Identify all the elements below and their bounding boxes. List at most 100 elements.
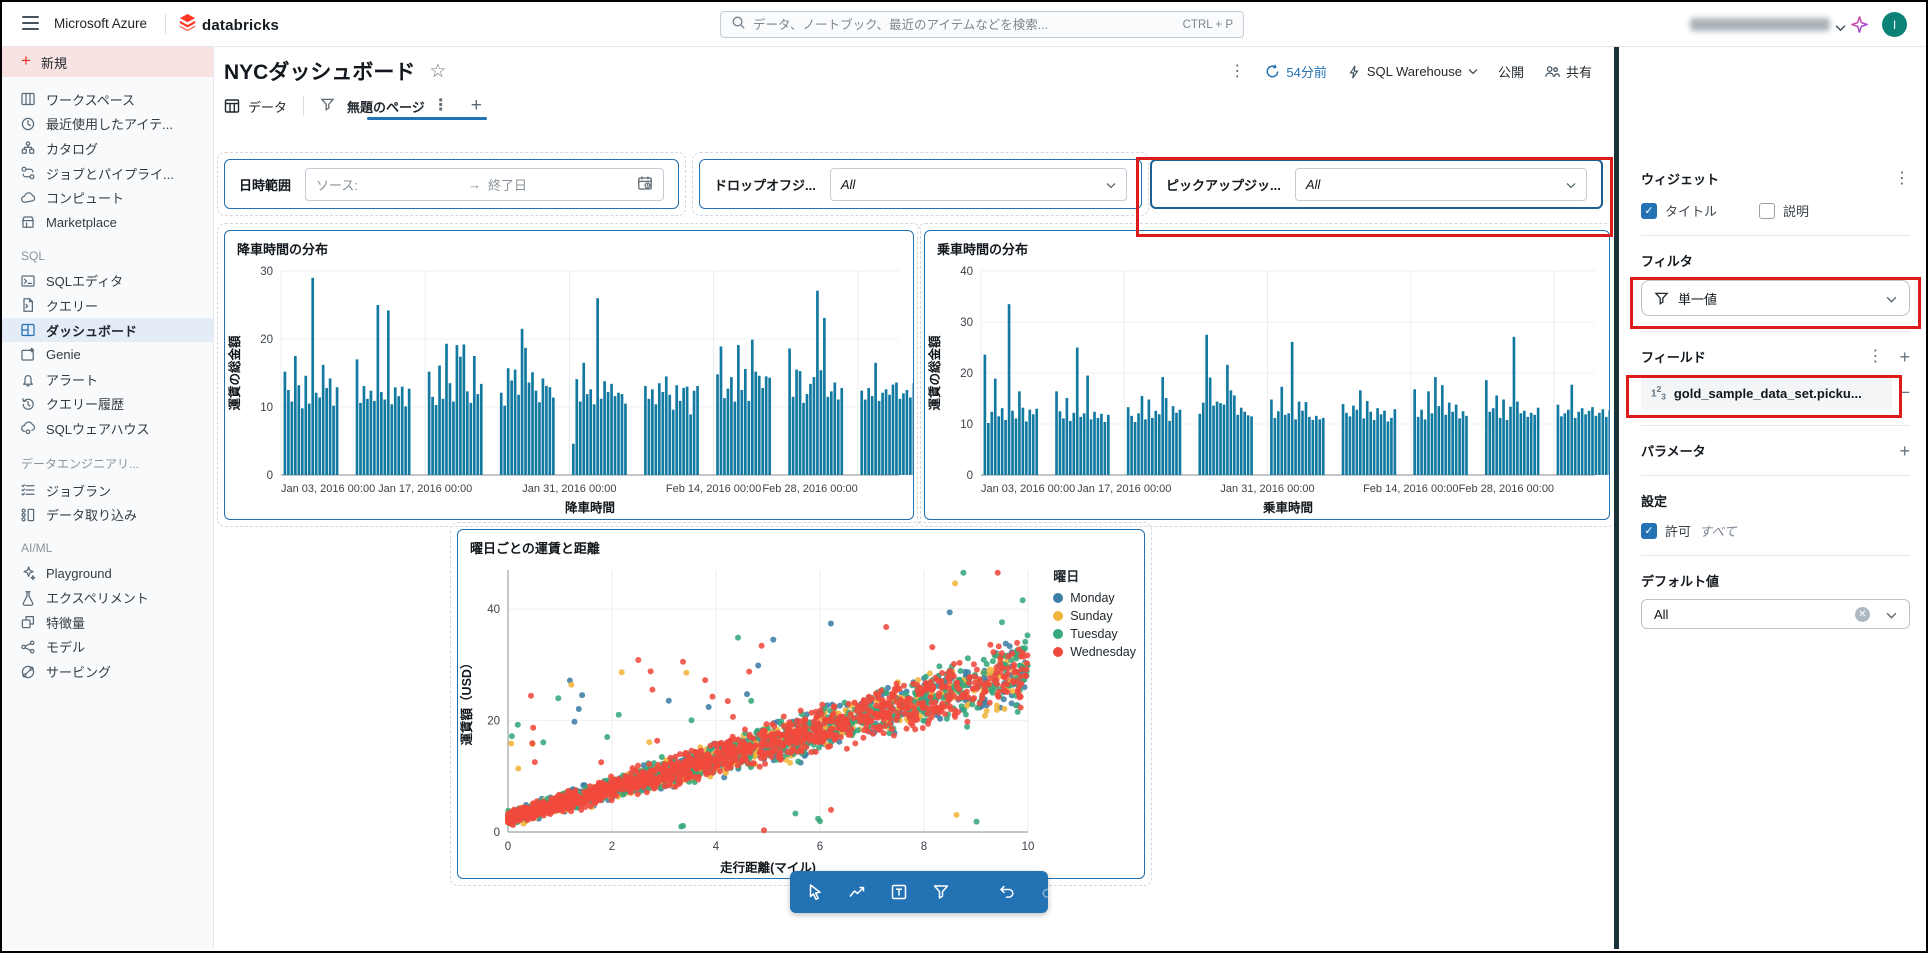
sidebar-item-recents[interactable]: 最近使用したアイテ... — [2, 112, 213, 137]
add-page-button[interactable]: + — [471, 95, 482, 117]
tab-untitled-page[interactable]: 無題のページ ⋮ — [347, 97, 449, 116]
sidebar-item-dashboards[interactable]: ダッシュボード — [2, 317, 213, 343]
sidebar: + 新規 ワークスペース 最近使用したアイテ... カタログ ジョブとパイプライ...… — [2, 47, 214, 949]
sidebar-item-models[interactable]: モデル — [2, 635, 213, 660]
arrow-right-icon: → — [467, 176, 481, 192]
dropoff-select[interactable]: All — [829, 167, 1127, 201]
allow-checkbox-label[interactable]: 許可 — [1665, 521, 1691, 540]
sql-editor-icon — [20, 273, 36, 289]
panel-divider[interactable] — [1614, 47, 1619, 949]
widget-kebab-icon[interactable]: ⋮ — [1894, 170, 1910, 187]
sidebar-item-sql-editor[interactable]: SQLエディタ — [2, 269, 213, 294]
share-button[interactable]: 共有 — [1544, 62, 1592, 81]
svg-text:0: 0 — [494, 827, 500, 839]
pointer-icon[interactable] — [806, 882, 824, 902]
sidebar-item-alerts[interactable]: アラート — [2, 367, 213, 392]
sidebar-item-data-ingestion[interactable]: データ取り込み — [2, 502, 213, 527]
chart-card-dropoff-distribution[interactable]: 降車時間の分布 Jan 03, 2016 00:00 Jan 17, 2016 0… — [224, 230, 916, 520]
sidebar-item-label: クエリー履歴 — [46, 397, 125, 413]
chart-card-pickup-distribution[interactable]: 乗車時間の分布 Jan 03, 2016 00:00 Jan 17, 2016 0… — [924, 230, 1612, 520]
filter-widget-icon[interactable] — [932, 882, 950, 902]
sidebar-item-sql-warehouse[interactable]: SQLウェアハウス — [2, 416, 213, 441]
assistant-sparkle-icon[interactable] — [1850, 15, 1869, 39]
svg-text:20: 20 — [960, 368, 973, 380]
svg-text:運賃額（USD）: 運賃額（USD） — [459, 657, 474, 746]
field-item[interactable]: 123 gold_sample_data_set.picku... — [1641, 376, 1893, 410]
legend-item[interactable]: Monday — [1053, 591, 1136, 605]
legend-item[interactable]: Sunday — [1053, 609, 1136, 623]
refresh-button[interactable]: 54分前 — [1265, 62, 1327, 81]
sidebar-item-label: エクスペリメント — [46, 591, 149, 607]
svg-text:Feb 28, 2016 00:00: Feb 28, 2016 00:00 — [1459, 483, 1554, 495]
databricks-logo[interactable]: databricks — [178, 13, 279, 37]
legend-dot-icon — [1053, 629, 1064, 639]
search-input[interactable] — [753, 17, 1176, 32]
tab-data[interactable]: データ — [224, 97, 287, 116]
user-avatar[interactable]: I — [1882, 12, 1907, 37]
publish-button[interactable]: 公開 — [1498, 62, 1524, 81]
sidebar-item-label: ジョブラン — [46, 483, 112, 499]
chart-card-fare-distance-scatter[interactable]: 曜日ごとの運賃と距離 0 2 4 6 8 10 0 20 40 運賃額（USD） 走行距離(マイル)… — [457, 529, 1145, 879]
workspace-chevron-down-icon[interactable] — [1835, 19, 1846, 37]
title-checkbox-label[interactable]: タイトル — [1665, 201, 1717, 220]
topbar: Microsoft Azure databricks CTRL + P I — [2, 2, 1926, 47]
legend-item[interactable]: Tuesday — [1053, 627, 1136, 641]
alerts-icon — [20, 371, 36, 387]
new-button[interactable]: + 新規 — [2, 47, 213, 77]
line-chart-icon[interactable] — [848, 882, 866, 902]
search-shortcut: CTRL + P — [1182, 18, 1233, 31]
fare-distance-scatter-chart: 0 2 4 6 8 10 0 20 40 運賃額（USD） 走行距離(マイル) — [458, 560, 1144, 878]
allow-checkbox[interactable]: ✓ — [1641, 522, 1657, 539]
job-runs-icon — [20, 482, 36, 498]
title-checkbox[interactable]: ✓ — [1641, 202, 1657, 219]
add-parameter-button[interactable]: + — [1899, 442, 1910, 460]
sidebar-item-marketplace[interactable]: Marketplace — [2, 210, 213, 235]
sidebar-item-experiments[interactable]: エクスペリメント — [2, 586, 213, 611]
edit-toolbar — [790, 871, 1056, 913]
description-checkbox[interactable]: ✓ — [1759, 202, 1776, 219]
filter-label: 日時範囲 — [239, 177, 292, 193]
dashboard-kebab-icon[interactable]: ⋮ — [1229, 63, 1245, 80]
filter-widget-dropoff: ドロップオフジ... All — [699, 159, 1142, 209]
default-value-select[interactable]: All ✕ — [1641, 599, 1910, 629]
sidebar-item-job-runs[interactable]: ジョブラン — [2, 478, 213, 503]
global-search[interactable]: CTRL + P — [720, 11, 1244, 38]
pickup-select[interactable]: All — [1294, 167, 1587, 201]
text-widget-icon[interactable] — [890, 882, 908, 902]
add-field-button[interactable]: + — [1899, 348, 1910, 366]
svg-text:4: 4 — [713, 841, 720, 853]
date-range-input[interactable]: ソース: → 終了日 — [305, 167, 664, 201]
sidebar-item-compute[interactable]: コンピュート — [2, 185, 213, 210]
chevron-down-icon — [1468, 69, 1478, 75]
undo-icon[interactable] — [998, 882, 1016, 902]
workspace-name-redacted[interactable] — [1690, 18, 1830, 31]
sidebar-item-playground[interactable]: Playground — [2, 561, 213, 586]
warehouse-selector[interactable]: SQL Warehouse — [1347, 64, 1478, 79]
legend-item[interactable]: Wednesday — [1053, 645, 1136, 659]
svg-text:Feb 14, 2016 00:00: Feb 14, 2016 00:00 — [666, 483, 761, 495]
fields-kebab-icon[interactable]: ⋮ — [1867, 348, 1883, 365]
chevron-down-icon — [1886, 291, 1897, 306]
sidebar-item-serving[interactable]: サービング — [2, 659, 213, 684]
svg-text:2: 2 — [609, 841, 615, 853]
favorite-star-icon[interactable]: ☆ — [429, 60, 446, 83]
clear-value-icon[interactable]: ✕ — [1855, 606, 1870, 622]
page-filter-funnel-icon[interactable] — [320, 97, 335, 115]
tab-kebab-icon[interactable]: ⋮ — [433, 98, 449, 114]
sidebar-item-genie[interactable]: Genie — [2, 342, 213, 367]
parameters-heading: パラメータ — [1641, 444, 1706, 459]
sidebar-item-query-history[interactable]: クエリー履歴 — [2, 392, 213, 417]
sidebar-item-workspace[interactable]: ワークスペース — [2, 87, 213, 112]
redo-icon[interactable] — [1040, 882, 1058, 902]
sidebar-item-jobs-pipelines[interactable]: ジョブとパイプライ... — [2, 161, 213, 186]
sidebar-item-catalog[interactable]: カタログ — [2, 136, 213, 161]
calendar-icon[interactable] — [637, 175, 653, 194]
hamburger-menu-icon[interactable] — [22, 16, 39, 30]
svg-text:Jan 31, 2016 00:00: Jan 31, 2016 00:00 — [522, 483, 616, 495]
description-checkbox-label[interactable]: 説明 — [1783, 201, 1809, 220]
sidebar-item-features[interactable]: 特徴量 — [2, 610, 213, 635]
filter-type-select[interactable]: 単一値 — [1641, 280, 1910, 316]
sidebar-item-queries[interactable]: クエリー — [2, 293, 213, 318]
jobs-pipelines-icon — [20, 165, 36, 181]
remove-field-button[interactable]: − — [1900, 383, 1910, 403]
